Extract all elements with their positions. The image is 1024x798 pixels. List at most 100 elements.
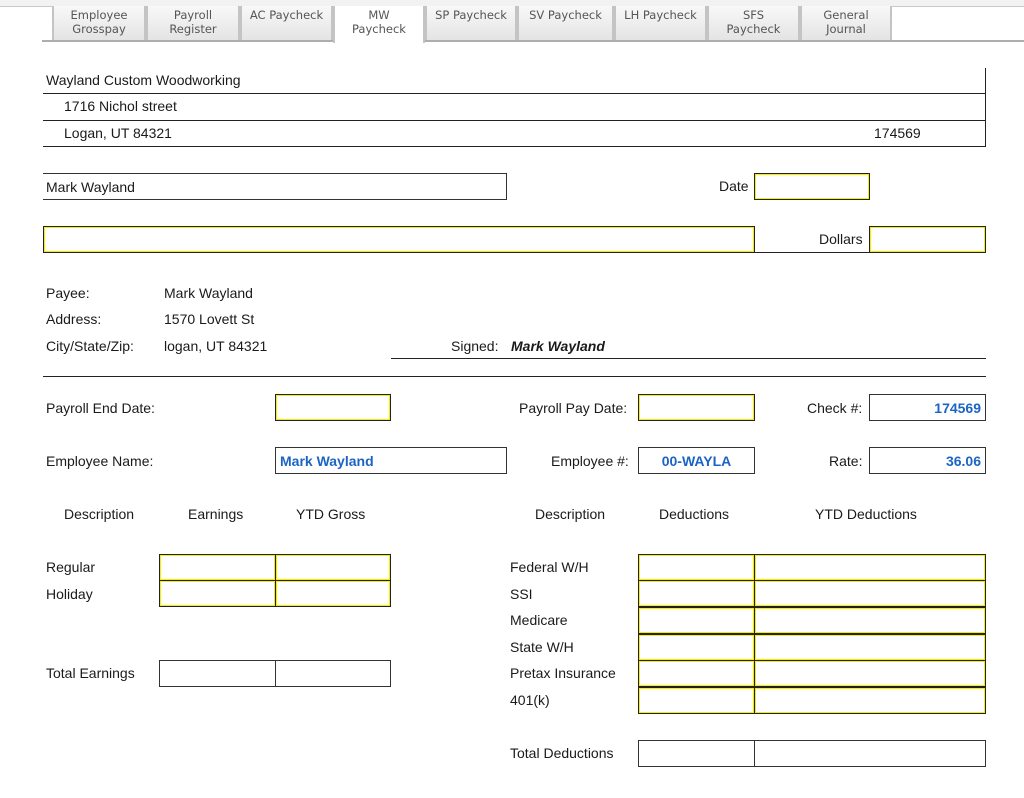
ssi-ytd-input[interactable] (754, 580, 986, 607)
earnings-header-ytd: YTD Gross (296, 506, 366, 522)
tab-sv-paycheck[interactable]: SV Paycheck (517, 6, 614, 40)
employee-name-label: Employee Name: (46, 453, 154, 469)
state-wh-input[interactable] (638, 634, 755, 661)
tab-sp-paycheck[interactable]: SP Paycheck (425, 6, 517, 40)
earnings-header-description: Description (64, 506, 135, 522)
rate-field[interactable]: 36.06 (869, 447, 986, 474)
employee-name-value: Mark Wayland (280, 453, 374, 469)
employee-no-field[interactable]: 00-WAYLA (638, 447, 755, 474)
deductions-header-deductions: Deductions (659, 506, 730, 522)
deduction-row-label: 401(k) (510, 692, 550, 708)
city-state-zip-label: City/State/Zip: (46, 338, 134, 354)
dollars-input[interactable] (869, 226, 986, 253)
regular-earnings-input[interactable] (159, 554, 276, 581)
federal-wh-input[interactable] (638, 554, 755, 581)
deduction-row-label: SSI (510, 586, 533, 602)
tab-label: MW (368, 8, 390, 22)
employee-no-value: 00-WAYLA (661, 453, 732, 469)
divider (43, 120, 986, 121)
city-state-zip-value: logan, UT 84321 (164, 338, 268, 354)
tab-label: Employee (70, 8, 128, 22)
address-value: 1570 Lovett St (164, 311, 255, 327)
deduction-row-label: Federal W/H (510, 559, 589, 575)
tab-label: Grosspay (72, 22, 126, 36)
date-input[interactable] (754, 173, 870, 200)
tab-label: Journal (826, 22, 866, 36)
total-earnings-field[interactable] (159, 660, 276, 687)
rate-label: Rate: (829, 453, 863, 469)
deduction-row-label: Medicare (510, 612, 568, 628)
tab-label: SFS (742, 8, 764, 22)
signed-label: Signed: (451, 338, 499, 354)
deductions-header-ytd: YTD Deductions (815, 506, 917, 522)
tab-employee-grosspay[interactable]: Employee Grosspay (52, 6, 146, 40)
tabbar-baseline (42, 40, 1024, 42)
signature-value: Mark Wayland (511, 338, 605, 354)
tab-label: SP Paycheck (435, 8, 507, 22)
tab-label: LH Paycheck (624, 8, 697, 22)
company-street: 1716 Nichol street (64, 98, 177, 114)
total-ytd-deductions-field[interactable] (754, 740, 986, 767)
address-label: Address: (46, 311, 102, 327)
tab-label: Payroll (173, 8, 213, 22)
401k-ytd-input[interactable] (754, 687, 986, 714)
check-stub-divider (43, 376, 986, 377)
employee-name-field[interactable]: Mark Wayland (275, 447, 507, 474)
dollars-label: Dollars (819, 231, 863, 247)
employee-no-label: Employee #: (551, 453, 629, 469)
pay-to-field[interactable]: Mark Wayland (43, 173, 507, 200)
tab-payroll-register[interactable]: Payroll Register (146, 6, 240, 40)
payroll-pay-date-label: Payroll Pay Date: (519, 400, 628, 416)
pretax-insurance-ytd-input[interactable] (754, 660, 986, 687)
amount-words-input[interactable] (43, 226, 755, 253)
earnings-header-earnings: Earnings (188, 506, 244, 522)
earnings-row-label: Regular (46, 559, 96, 575)
divider (43, 146, 986, 147)
state-wh-ytd-input[interactable] (754, 634, 986, 661)
deduction-row-label: Pretax Insurance (510, 665, 616, 681)
payee-value: Mark Wayland (164, 285, 253, 301)
divider (43, 93, 986, 94)
deduction-row-label: State W/H (510, 639, 574, 655)
earnings-row-label: Holiday (46, 586, 93, 602)
date-label: Date (719, 178, 749, 194)
check-no-label: Check #: (807, 400, 863, 416)
payroll-end-date-input[interactable] (275, 394, 391, 421)
medicare-input[interactable] (638, 607, 755, 634)
check-number: 174569 (874, 125, 921, 141)
tab-general-journal[interactable]: General Journal (800, 6, 892, 40)
total-earnings-label: Total Earnings (46, 665, 135, 681)
tab-label: Paycheck (726, 22, 781, 36)
payroll-end-date-label: Payroll End Date: (46, 400, 155, 416)
tab-mw-paycheck[interactable]: MW Paycheck (333, 6, 425, 43)
holiday-earnings-input[interactable] (159, 580, 276, 607)
tab-sfs-paycheck[interactable]: SFS Paycheck (707, 6, 800, 40)
company-name: Wayland Custom Woodworking (46, 72, 241, 88)
company-city: Logan, UT 84321 (64, 125, 172, 141)
ssi-input[interactable] (638, 580, 755, 607)
holiday-ytd-input[interactable] (275, 580, 391, 607)
total-ytd-gross-field[interactable] (275, 660, 391, 687)
tab-label: Register (169, 22, 217, 36)
medicare-ytd-input[interactable] (754, 607, 986, 634)
check-no-field[interactable]: 174569 (869, 394, 986, 421)
tab-label: AC Paycheck (249, 8, 324, 22)
rate-value: 36.06 (945, 453, 981, 469)
tab-ac-paycheck[interactable]: AC Paycheck (240, 6, 333, 40)
header-right-border (985, 68, 986, 147)
pay-to-value: Mark Wayland (46, 179, 135, 195)
regular-ytd-input[interactable] (275, 554, 391, 581)
tab-lh-paycheck[interactable]: LH Paycheck (614, 6, 707, 40)
signature-line (391, 358, 986, 359)
total-deductions-label: Total Deductions (510, 745, 614, 761)
pretax-insurance-input[interactable] (638, 660, 755, 687)
payroll-pay-date-input[interactable] (638, 394, 755, 421)
total-deductions-field[interactable] (638, 740, 755, 767)
payee-label: Payee: (46, 285, 90, 301)
tab-label: Paycheck (352, 22, 406, 36)
401k-input[interactable] (638, 687, 755, 714)
tab-label: SV Paycheck (529, 8, 602, 22)
federal-wh-ytd-input[interactable] (754, 554, 986, 581)
deductions-header-description: Description (535, 506, 606, 522)
check-no-value: 174569 (934, 400, 981, 416)
